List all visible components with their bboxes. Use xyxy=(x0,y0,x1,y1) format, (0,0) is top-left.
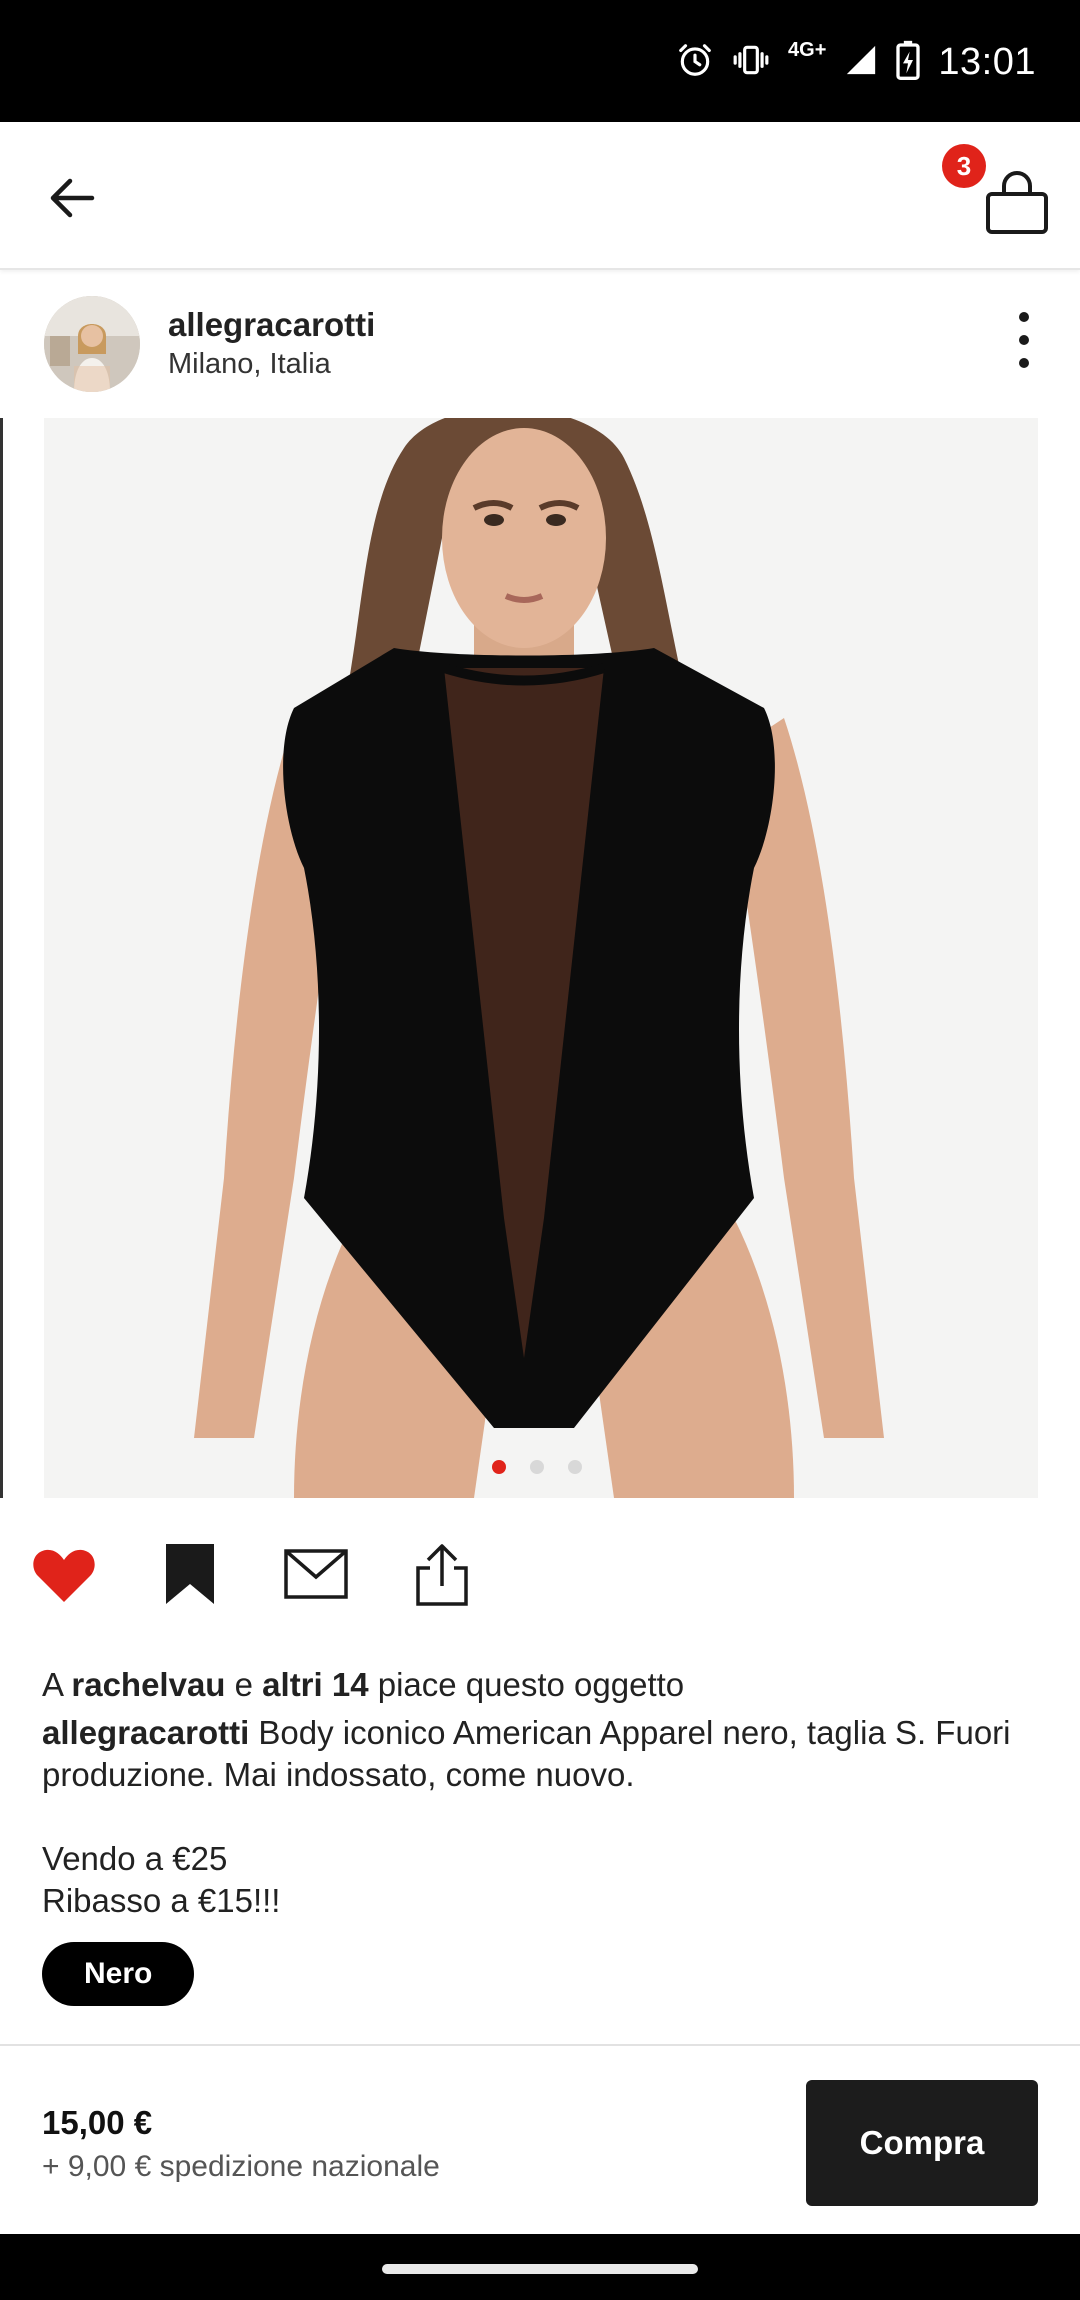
more-vertical-icon xyxy=(1019,312,1029,322)
avatar-image xyxy=(44,296,140,392)
likes-user-link[interactable]: rachelvau xyxy=(71,1666,225,1703)
message-button[interactable] xyxy=(282,1540,350,1608)
caption-price-line-1: Vendo a €25 xyxy=(42,1840,228,1877)
system-nav-bar xyxy=(0,2234,1080,2300)
likes-prefix: A xyxy=(42,1666,63,1703)
status-bar: 4G+ 13:01 xyxy=(0,0,1080,122)
carousel-dot-2[interactable] xyxy=(530,1460,544,1474)
color-tag[interactable]: Nero xyxy=(42,1942,195,2006)
buy-button[interactable]: Compra xyxy=(806,2080,1038,2206)
post-header: allegracarotti Milano, Italia xyxy=(0,272,1080,418)
more-vertical-icon-dot xyxy=(1019,358,1029,368)
likes-others-link[interactable]: altri 14 xyxy=(262,1666,368,1703)
shipping-cost: + 9,00 € spedizione nazionale xyxy=(42,2150,440,2183)
heart-filled-icon xyxy=(33,1549,95,1602)
more-vertical-icon-dot xyxy=(1019,335,1029,345)
save-button[interactable] xyxy=(156,1540,224,1608)
product-photo-illustration xyxy=(44,418,1038,1498)
caption-price-notes: Vendo a €25 Ribasso a €15!!! xyxy=(42,1838,280,1922)
item-price: 15,00 € xyxy=(42,2104,153,2141)
status-icons: 4G+ 13:01 xyxy=(676,38,1036,86)
arrow-left-icon xyxy=(50,178,95,218)
post-caption: A rachelvau e altri 14 piace questo ogge… xyxy=(42,1664,1042,1796)
carousel-indicator xyxy=(492,1460,582,1474)
likes-conjunction: e xyxy=(234,1666,253,1703)
alarm-icon xyxy=(676,41,714,84)
caption-author-link[interactable]: allegracarotti xyxy=(42,1714,249,1751)
purchase-bar: 15,00 € + 9,00 € spedizione nazionale Co… xyxy=(0,2044,1080,2234)
mail-icon xyxy=(284,1549,348,1599)
likes-summary[interactable]: A rachelvau e altri 14 piace questo ogge… xyxy=(42,1664,1042,1706)
home-gesture-handle[interactable] xyxy=(382,2264,698,2274)
more-options-button[interactable] xyxy=(1008,308,1040,372)
shopping-bag-icon xyxy=(986,171,1048,234)
likes-suffix: piace questo oggetto xyxy=(377,1666,685,1703)
avatar[interactable] xyxy=(44,296,140,392)
post-location[interactable]: Milano, Italia xyxy=(168,348,331,381)
previous-image-edge xyxy=(0,418,3,1498)
post-username[interactable]: allegracarotti xyxy=(168,306,375,344)
like-button[interactable] xyxy=(30,1540,98,1608)
back-button[interactable] xyxy=(40,166,104,230)
caption-price-line-2: Ribasso a €15!!! xyxy=(42,1882,281,1919)
caption-description: allegracarotti Body iconico American App… xyxy=(42,1712,1042,1796)
post-actions xyxy=(0,1540,1080,1608)
post-image-carousel[interactable] xyxy=(0,418,1080,1498)
battery-charging-icon xyxy=(896,40,921,85)
cart-count-badge: 3 xyxy=(942,144,986,188)
carousel-dot-1[interactable] xyxy=(492,1460,506,1474)
carousel-dot-3[interactable] xyxy=(568,1460,582,1474)
app-bar xyxy=(0,122,1080,270)
bookmark-filled-icon xyxy=(166,1544,214,1604)
network-label: 4G+ xyxy=(788,38,827,61)
vibrate-icon xyxy=(732,41,770,84)
signal-icon xyxy=(844,43,878,82)
share-icon xyxy=(416,1544,468,1606)
product-photo[interactable] xyxy=(44,418,1038,1498)
share-button[interactable] xyxy=(408,1540,476,1608)
status-time: 13:01 xyxy=(938,40,1036,83)
cart-button[interactable] xyxy=(976,160,1056,240)
